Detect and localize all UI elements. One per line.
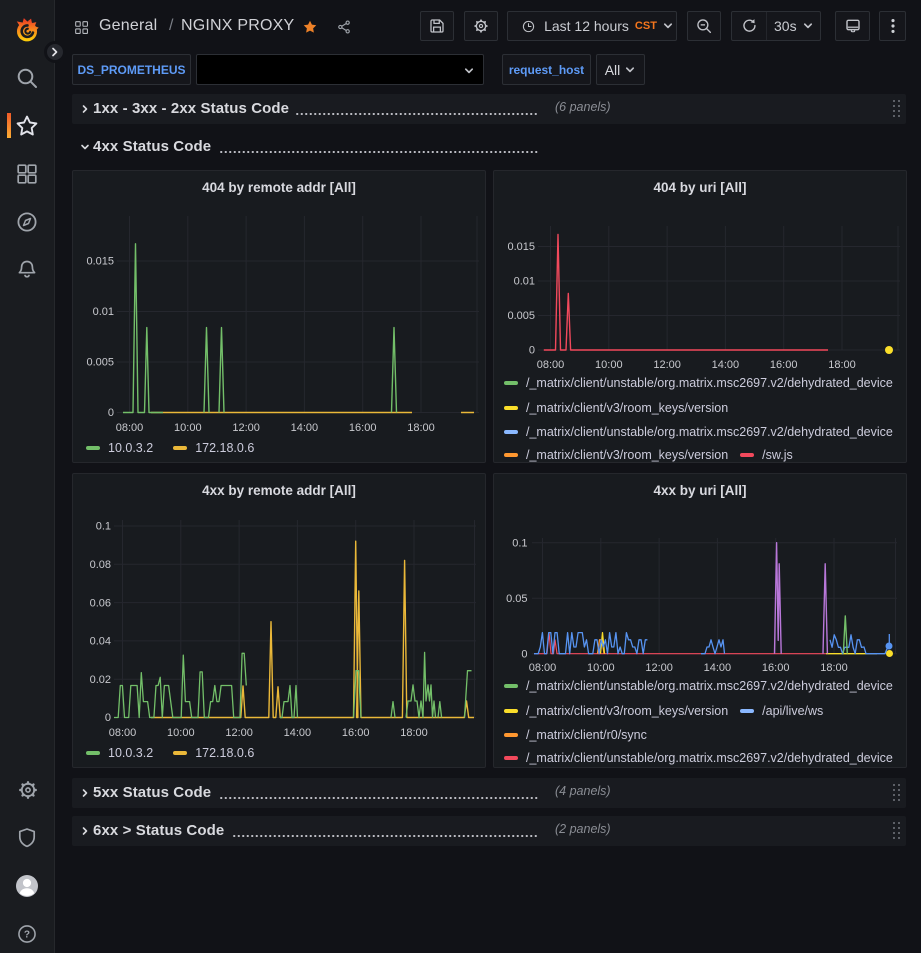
svg-text:0.01: 0.01	[93, 306, 114, 318]
svg-text:0.02: 0.02	[90, 674, 111, 686]
svg-text:0.06: 0.06	[90, 597, 111, 609]
svg-text:18:00: 18:00	[400, 727, 428, 739]
svg-text:14:00: 14:00	[291, 422, 319, 434]
svg-text:0.08: 0.08	[90, 559, 111, 571]
svg-text:0: 0	[105, 712, 111, 724]
svg-text:18:00: 18:00	[820, 662, 848, 674]
svg-text:0.005: 0.005	[507, 310, 535, 322]
svg-text:14:00: 14:00	[284, 727, 312, 739]
svg-text:16:00: 16:00	[762, 662, 790, 674]
svg-text:0.1: 0.1	[96, 521, 111, 533]
svg-text:14:00: 14:00	[704, 662, 732, 674]
svg-text:12:00: 12:00	[232, 422, 260, 434]
svg-text:0.015: 0.015	[86, 256, 114, 268]
svg-text:18:00: 18:00	[828, 359, 856, 371]
svg-text:10:00: 10:00	[174, 422, 202, 434]
svg-text:12:00: 12:00	[645, 662, 673, 674]
svg-text:08:00: 08:00	[109, 727, 137, 739]
svg-text:12:00: 12:00	[653, 359, 681, 371]
svg-text:10:00: 10:00	[167, 727, 195, 739]
svg-text:08:00: 08:00	[529, 662, 557, 674]
svg-text:0.05: 0.05	[506, 593, 527, 605]
svg-text:0.005: 0.005	[86, 357, 114, 369]
svg-text:0.1: 0.1	[512, 537, 527, 549]
svg-text:08:00: 08:00	[116, 422, 144, 434]
svg-text:?: ?	[24, 930, 30, 941]
svg-text:16:00: 16:00	[349, 422, 377, 434]
svg-text:0: 0	[521, 648, 527, 660]
svg-text:12:00: 12:00	[225, 727, 253, 739]
svg-text:14:00: 14:00	[712, 359, 740, 371]
svg-text:08:00: 08:00	[537, 359, 565, 371]
svg-text:0: 0	[529, 345, 535, 357]
svg-text:18:00: 18:00	[407, 422, 435, 434]
svg-text:16:00: 16:00	[770, 359, 798, 371]
svg-text:10:00: 10:00	[587, 662, 615, 674]
svg-text:0.015: 0.015	[507, 241, 535, 253]
svg-text:0: 0	[108, 407, 114, 419]
svg-text:0.01: 0.01	[514, 276, 535, 288]
svg-text:16:00: 16:00	[342, 727, 370, 739]
svg-text:10:00: 10:00	[595, 359, 623, 371]
svg-text:0.04: 0.04	[90, 636, 111, 648]
